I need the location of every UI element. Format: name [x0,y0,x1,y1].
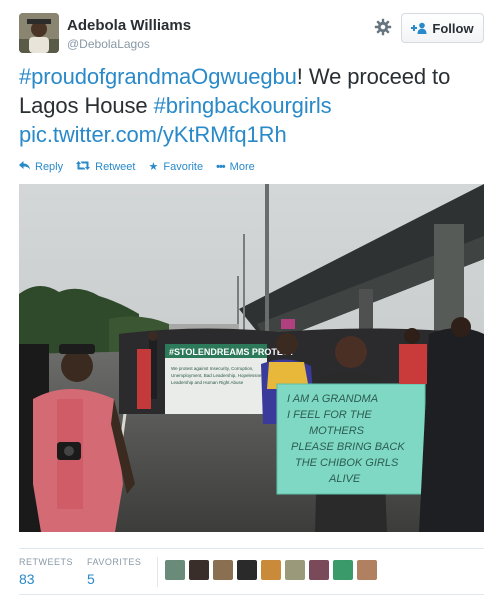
banner-subtext: Leadership and Human Right Abuse [171,380,244,385]
favorites-count[interactable]: 5 [87,571,141,587]
favoriter-avatar[interactable] [357,560,377,580]
favoriter-avatar[interactable] [237,560,257,580]
stats-bottom-divider [19,594,484,595]
favoriter-avatar[interactable] [165,560,185,580]
star-icon: ★ [148,160,159,173]
tweet-card: Adebola Williams @DebolaLagos Follow #pr… [0,0,500,600]
more-button[interactable]: ••• More [216,161,255,173]
placard-line: THE CHIBOK GIRLS [295,457,399,469]
tweet-text: #proudofgrandmaOgwuegbu! We proceed to L… [19,62,489,149]
placard-line: ALIVE [328,473,361,485]
reply-label: Reply [35,161,64,173]
banner-subtext: We protest against Insecurity, Corruptio… [171,366,253,371]
gear-icon[interactable] [374,18,392,36]
retweet-icon [76,161,91,173]
favorites-label: FAVORITES [87,557,142,567]
retweets-label: RETWEETS [19,557,74,567]
more-label: More [229,161,255,173]
stats-separator [157,557,158,587]
favorite-button[interactable]: ★ Favorite [148,161,203,173]
favoriter-avatar[interactable] [285,560,305,580]
retweet-button[interactable]: Retweet [76,161,135,173]
hashtag-link[interactable]: #proudofgrandmaOgwuegbu [19,64,297,89]
placard-line: PLEASE BRING BACK [291,441,405,453]
follow-button-label: Follow [432,20,474,36]
reply-icon [19,161,30,173]
follow-person-icon [411,22,427,34]
favoriter-avatar[interactable] [309,560,329,580]
favoriter-avatar[interactable] [333,560,353,580]
follow-button[interactable]: Follow [401,13,484,43]
retweets-count[interactable]: 83 [19,571,73,587]
pic-link[interactable]: pic.twitter.com/yKtRMfq1Rh [19,122,287,147]
favorites-stat[interactable]: FAVORITES 5 [87,557,141,587]
banner-text: #STOLENDREAMS PROTEST [169,347,295,357]
reply-button[interactable]: Reply [19,161,63,173]
favoriter-avatar[interactable] [213,560,233,580]
placard-line: I FEEL FOR THE [287,409,372,421]
tweet-photo[interactable]: #STOLENDREAMS PROTEST We protest against… [19,184,484,532]
banner-subtext: Unemployment, Bad Leadership, Hopelessne… [171,373,267,378]
user-full-name[interactable]: Adebola Williams [67,17,191,34]
tweet-actions: Reply Retweet ★ Favorite ••• More [19,161,268,173]
favoriter-avatar[interactable] [189,560,209,580]
placard-line: MOTHERS [309,425,365,437]
hashtag-link[interactable]: #bringbackourgirls [154,93,332,118]
retweet-label: Retweet [95,161,136,173]
avatar[interactable] [19,13,59,53]
ellipsis-icon: ••• [216,160,226,173]
favoriter-avatar[interactable] [261,560,281,580]
favoriter-avatars [165,560,377,580]
retweets-stat[interactable]: RETWEETS 83 [19,557,73,587]
user-handle[interactable]: @DebolaLagos [67,37,150,51]
favorite-label: Favorite [163,161,204,173]
stats-top-divider [19,548,484,549]
placard-line: I AM A GRANDMA [287,393,378,405]
